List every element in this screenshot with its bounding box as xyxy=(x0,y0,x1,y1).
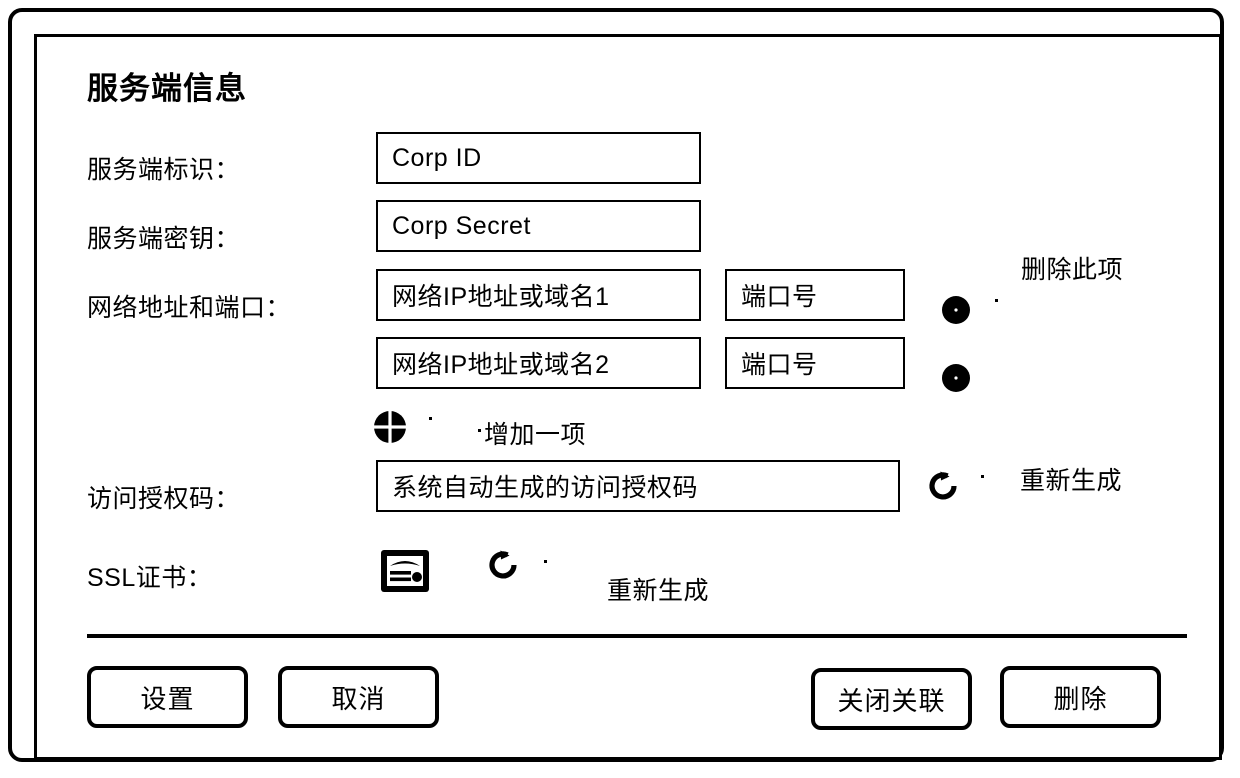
add-item-label[interactable]: 增加一项 xyxy=(484,415,586,451)
scan-speck xyxy=(981,475,984,478)
minus-circle-icon-2[interactable] xyxy=(941,363,971,393)
cancel-button[interactable]: 取消 xyxy=(278,666,439,728)
delete-button[interactable]: 删除 xyxy=(1000,666,1161,728)
corp-id-input[interactable]: Corp ID xyxy=(376,132,701,184)
network-port-input-1[interactable]: 端口号 xyxy=(725,269,905,321)
network-address-input-2[interactable]: 网络IP地址或域名2 xyxy=(376,337,701,389)
scan-speck xyxy=(544,560,547,563)
auth-code-label: 访问授权码： xyxy=(87,485,241,513)
network-address-input-1[interactable]: 网络IP地址或域名1 xyxy=(376,269,701,321)
delete-item-hint-label: 删除此项 xyxy=(1021,256,1124,284)
corp-id-label: 服务端标识： xyxy=(87,156,241,184)
scan-speck xyxy=(995,299,998,302)
certificate-icon[interactable] xyxy=(379,548,431,594)
plus-circle-icon[interactable] xyxy=(373,410,407,444)
close-association-button[interactable]: 关闭关联 xyxy=(811,668,972,730)
scan-speck xyxy=(429,417,432,420)
dialog-outer-frame: 服务端信息 服务端标识： Corp ID 服务端密钥： Corp Secret … xyxy=(8,8,1224,762)
scan-speck xyxy=(478,429,481,432)
dialog-body: 服务端信息 服务端标识： Corp ID 服务端密钥： Corp Secret … xyxy=(37,37,1225,763)
network-port-input-2[interactable]: 端口号 xyxy=(725,337,905,389)
ssl-label: SSL证书： xyxy=(87,564,213,592)
dialog-inner-frame: 服务端信息 服务端标识： Corp ID 服务端密钥： Corp Secret … xyxy=(34,34,1222,760)
minus-circle-icon-1[interactable] xyxy=(941,295,971,325)
page-title: 服务端信息 xyxy=(87,71,247,106)
auth-code-regenerate-hint-label: 重新生成 xyxy=(1020,467,1123,495)
footer-divider xyxy=(87,634,1187,638)
network-address-label: 网络地址和端口： xyxy=(87,294,292,322)
regenerate-ssl-refresh-icon[interactable] xyxy=(487,546,521,584)
ssl-regenerate-hint-label: 重新生成 xyxy=(607,577,710,605)
regenerate-auth-code-refresh-icon[interactable] xyxy=(927,467,961,505)
auth-code-input[interactable]: 系统自动生成的访问授权码 xyxy=(376,460,900,512)
corp-secret-input[interactable]: Corp Secret xyxy=(376,200,701,252)
corp-secret-label: 服务端密钥： xyxy=(87,225,241,253)
settings-button[interactable]: 设置 xyxy=(87,666,248,728)
